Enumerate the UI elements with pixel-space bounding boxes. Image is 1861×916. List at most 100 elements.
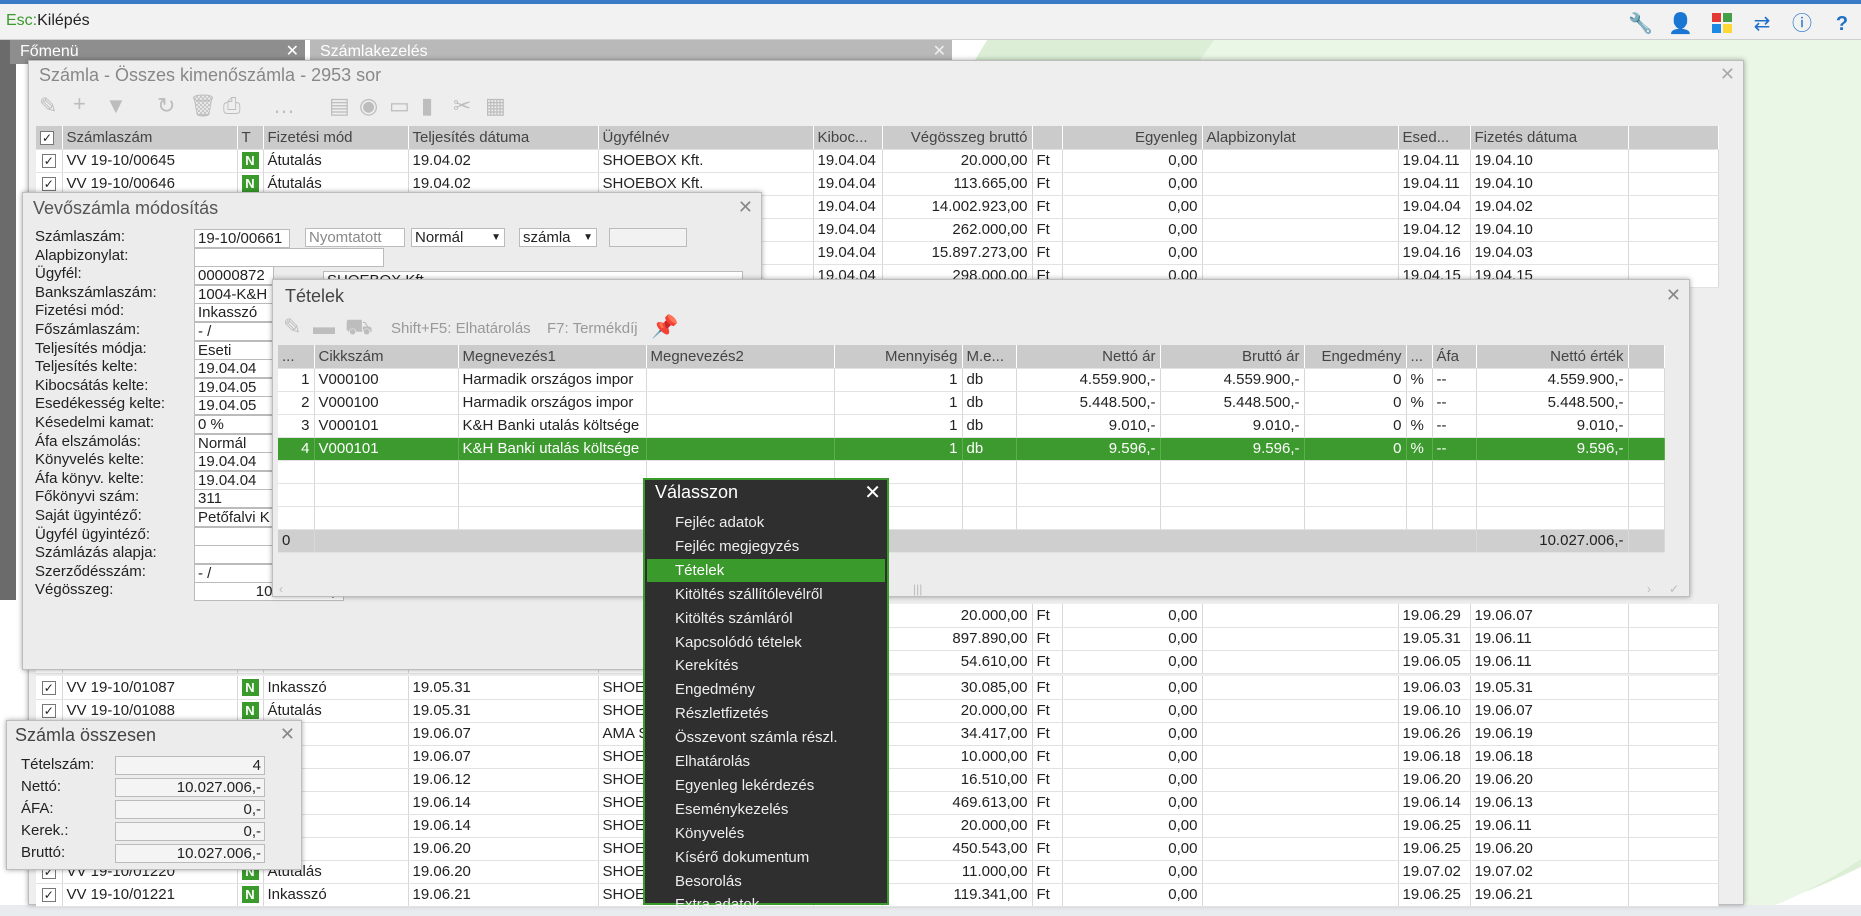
menu-item[interactable]: Tételek <box>647 558 885 582</box>
wrench-icon[interactable]: 🔧 <box>1628 12 1653 36</box>
menu-item[interactable]: Fejléc megjegyzés <box>647 535 885 558</box>
column-header[interactable]: ... <box>1406 345 1433 369</box>
menu-item[interactable]: Összevont számla részl. <box>647 726 885 749</box>
field-input[interactable]: Normál <box>194 433 274 453</box>
table-row[interactable]: 2 V000100 Harmadik országos impor 1 db 5.448.… <box>278 391 1665 415</box>
menu-item[interactable]: Kapcsolódó tételek <box>647 631 885 654</box>
field-input[interactable]: 19.04.05 <box>194 377 274 397</box>
type-select[interactable]: Normál ▼ <box>411 228 505 247</box>
help-icon[interactable]: ? <box>1830 12 1854 36</box>
info-icon[interactable]: ⓘ <box>1790 12 1814 36</box>
row-checkbox-cell[interactable]: ✓ <box>36 699 63 723</box>
close-icon[interactable]: ✕ <box>280 725 295 743</box>
column-header[interactable]: Számlaszám <box>62 126 238 150</box>
delete-icon[interactable]: 🗑 <box>189 93 217 119</box>
field-input[interactable]: 19-10/00661 <box>194 229 290 248</box>
column-header[interactable]: Nettó érték <box>1476 345 1629 369</box>
table-row[interactable]: 1 V000100 Harmadik országos impor 1 db 4.559.… <box>278 368 1665 392</box>
field-input[interactable]: Petőfalvi K <box>194 508 274 527</box>
more-icon[interactable]: … <box>273 93 295 119</box>
table-row[interactable]: ✓ VV 19-10/00645 N Átutalás 19.04.02 SHOEBOX … <box>36 149 1719 173</box>
extra-field[interactable] <box>609 228 687 247</box>
column-header[interactable]: Megnevezés2 <box>646 345 835 369</box>
column-header[interactable]: Alapbizonylat <box>1202 126 1399 150</box>
field-input[interactable]: 19.04.04 <box>194 359 274 379</box>
column-header[interactable]: Nettó ár <box>1016 345 1161 369</box>
menu-item[interactable]: Kitöltés szállítólevélről <box>647 583 885 606</box>
user-icon[interactable]: 👤 <box>1668 12 1693 36</box>
close-icon[interactable]: ✕ <box>1720 65 1735 83</box>
excel-icon[interactable]: ▦ <box>485 93 506 119</box>
column-header[interactable]: Cikkszám <box>314 345 459 369</box>
column-header[interactable]: Ügyfélnév <box>598 126 814 150</box>
row-checkbox[interactable]: ✓ <box>41 680 56 695</box>
menu-item[interactable]: Kitöltés számláról <box>647 607 885 630</box>
close-icon[interactable]: ✕ <box>933 41 946 61</box>
column-header[interactable]: M.e... <box>962 345 1017 369</box>
swap-icon[interactable]: ⇄ <box>1750 12 1774 36</box>
shortcut-product-fee[interactable]: F7: Termékdíj <box>547 320 638 337</box>
select-all-checkbox[interactable]: ✓ <box>36 126 63 150</box>
close-icon[interactable]: ✕ <box>738 198 753 216</box>
truck-icon[interactable]: ⛟ <box>345 314 373 343</box>
field-input[interactable] <box>194 247 384 267</box>
field-input[interactable]: 19.04.04 <box>194 452 274 472</box>
shortcut-accrual[interactable]: Shift+F5: Elhatárolás <box>391 320 531 337</box>
esc-exit-button[interactable]: Esc:Kilépés <box>6 12 90 30</box>
edit-icon[interactable]: ✎ <box>39 93 57 119</box>
field-input[interactable]: 0 % <box>194 415 274 434</box>
scroll-right-icon[interactable]: › <box>1647 582 1651 596</box>
pin-icon[interactable]: 📌 <box>651 314 678 340</box>
close-icon[interactable]: ✕ <box>286 41 299 61</box>
field-input[interactable]: 311 <box>194 489 274 509</box>
column-header[interactable]: Fizetés dátuma <box>1470 126 1629 150</box>
eye-icon[interactable]: ◉ <box>359 93 378 119</box>
column-header[interactable]: Megnevezés1 <box>458 345 647 369</box>
column-header[interactable]: Egyenleg <box>1062 126 1203 150</box>
column-header[interactable]: Mennyiség <box>834 345 963 369</box>
menu-item[interactable]: Fejléc adatok <box>647 511 885 534</box>
column-header[interactable]: Teljesítés dátuma <box>408 126 599 150</box>
row-checkbox[interactable]: ✓ <box>41 704 56 718</box>
chart-icon[interactable]: ▮ <box>421 93 433 119</box>
print-icon[interactable]: ⎙ <box>223 93 241 119</box>
row-checkbox-cell[interactable]: ✓ <box>36 149 63 173</box>
kind-select[interactable]: számla ▼ <box>519 228 597 247</box>
field-input[interactable]: Inkasszó <box>194 303 274 323</box>
check-icon[interactable]: ✓ <box>1669 582 1679 596</box>
row-checkbox[interactable]: ✓ <box>41 154 56 168</box>
column-header[interactable]: Kiboc... <box>813 126 883 150</box>
document-icon[interactable]: ▤ <box>329 93 350 119</box>
menu-item[interactable]: Kerekítés <box>647 654 885 677</box>
row-checkbox[interactable]: ✓ <box>41 177 56 191</box>
close-icon[interactable]: ✕ <box>1666 286 1681 304</box>
column-header[interactable]: Végösszeg bruttó <box>882 126 1033 150</box>
scroll-grip-icon[interactable]: ||| <box>913 582 922 596</box>
field-input[interactable] <box>194 526 274 546</box>
field-input[interactable]: Eseti <box>194 340 274 360</box>
menu-item[interactable]: Kísérő dokumentum <box>647 846 885 869</box>
field-input[interactable]: 19.04.04 <box>194 470 274 490</box>
column-header[interactable]: ... <box>278 345 315 369</box>
table-row[interactable]: 3 V000101 K&H Banki utalás költsége 1 db 9.01… <box>278 414 1665 438</box>
refresh-icon[interactable]: ↻ <box>157 93 175 119</box>
column-header[interactable]: Bruttó ár <box>1160 345 1305 369</box>
field-input[interactable]: 00000872 <box>194 266 274 286</box>
column-header[interactable]: Engedmény <box>1304 345 1407 369</box>
comment-icon[interactable]: ▬ <box>313 314 335 340</box>
scroll-left-icon[interactable]: ‹ <box>279 582 283 596</box>
menu-item[interactable]: Eseménykezelés <box>647 798 885 821</box>
column-header[interactable]: Fizetési mód <box>263 126 409 150</box>
row-checkbox-cell[interactable]: ✓ <box>36 883 63 907</box>
menu-item[interactable]: Egyenleg lekérdezés <box>647 774 885 797</box>
menu-item[interactable]: Részletfizetés <box>647 702 885 725</box>
window-icon[interactable]: ▭ <box>389 93 410 119</box>
table-row[interactable]: 4 V000101 K&H Banki utalás költsége 1 db 9.59… <box>278 437 1665 461</box>
column-header[interactable]: Áfa <box>1432 345 1477 369</box>
windows-icon[interactable] <box>1710 12 1734 36</box>
add-icon[interactable]: + <box>73 91 86 117</box>
column-header[interactable]: Esed... <box>1398 126 1471 150</box>
close-icon[interactable]: ✕ <box>864 480 881 505</box>
menu-item[interactable]: Könyvelés <box>647 822 885 845</box>
column-header[interactable] <box>1032 126 1063 150</box>
